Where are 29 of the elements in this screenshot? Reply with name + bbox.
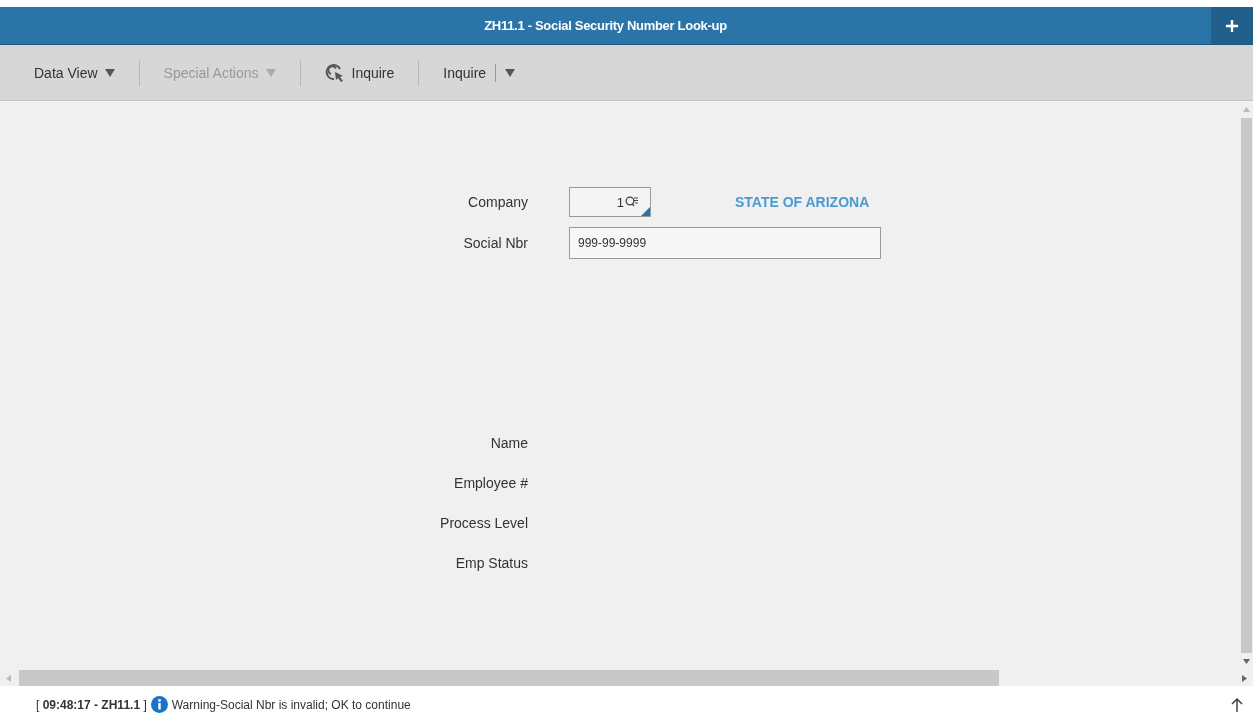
arrow-up-icon[interactable] xyxy=(1231,697,1243,712)
field-label: Company xyxy=(467,194,528,210)
menu-button[interactable]: Data View xyxy=(22,60,127,85)
field-label: Employee # xyxy=(453,475,528,491)
inquire-button[interactable]: Inquire xyxy=(312,58,407,87)
scroll-down-icon xyxy=(1243,659,1250,664)
inquire-split-button[interactable]: Inquire xyxy=(431,59,528,86)
scroll-up-icon xyxy=(1243,107,1250,112)
add-button[interactable] xyxy=(1211,7,1253,44)
corner-marker-icon xyxy=(641,207,650,216)
info-icon xyxy=(150,696,168,713)
caret-icon xyxy=(104,68,115,77)
scroll-left-icon xyxy=(6,674,11,682)
status-message: Warning-Social Nbr is invalid; OK to continue xyxy=(171,697,412,712)
status-timestamp: [ 09:48:17 - ZH11.1 ] xyxy=(36,697,147,712)
plus-icon xyxy=(1225,18,1239,33)
field-label: Process Level xyxy=(439,515,528,531)
lookup-icon xyxy=(625,196,638,208)
social-number-field[interactable]: 999-99-9999 xyxy=(569,227,881,259)
caret-icon xyxy=(265,68,276,77)
caret-icon xyxy=(505,68,516,77)
window-title: ZH11.1 - Social Security Number Look-up xyxy=(483,18,728,33)
field-label: Social Nbr xyxy=(462,235,528,251)
company-description: STATE OF ARIZONA xyxy=(735,194,870,210)
scroll-right-icon xyxy=(1242,674,1247,682)
company-field[interactable]: 1 xyxy=(569,187,651,217)
field-label: Name xyxy=(489,435,528,451)
field-label: Emp Status xyxy=(454,555,528,571)
search-pointer-icon xyxy=(324,62,345,83)
